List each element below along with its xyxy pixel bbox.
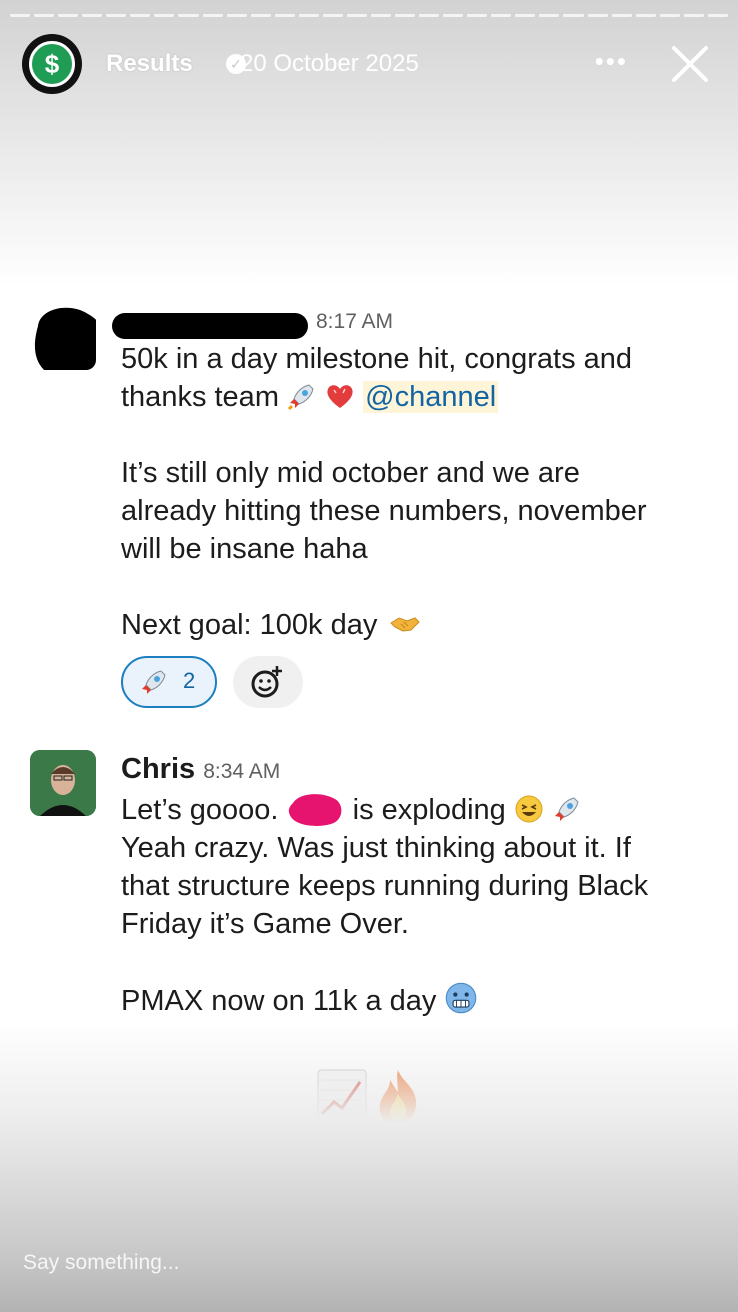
add-emoji-icon (251, 666, 282, 698)
message-line: 50k in a day milestone hit, congrats and (121, 343, 633, 375)
progress-segment (491, 14, 512, 17)
progress-segment (395, 14, 416, 17)
progress-segment (154, 14, 175, 17)
progress-segment (587, 14, 608, 17)
rocket-icon (287, 384, 314, 411)
message-line: Let’s goooo. (121, 794, 279, 826)
message-line: It’s still only mid october and we are (121, 457, 580, 489)
progress-segment (226, 14, 247, 17)
progress-segment (683, 14, 704, 17)
progress-segment (419, 14, 440, 17)
sender-name[interactable]: Chris (121, 753, 195, 785)
person-photo (30, 750, 96, 816)
avatar-redacted (30, 304, 96, 370)
message-1: 8:17 AM 50k in a day milestone hit, cong… (30, 300, 718, 720)
progress-segment (274, 14, 295, 17)
message-2: Chris 8:34 AM Let’s goooo. is exploding … (30, 750, 718, 1030)
grin-icon (515, 795, 543, 823)
heart-icon (327, 385, 353, 408)
message-line: will be insane haha (121, 533, 368, 565)
progress-segment (346, 14, 367, 17)
story-date: 20 October 2025 (240, 50, 419, 77)
reply-input[interactable]: Say something... (23, 1251, 179, 1275)
progress-segment (707, 14, 728, 17)
rocket-icon (554, 797, 579, 821)
cold-face-icon (446, 982, 477, 1014)
message-line: already hitting these numbers, november (121, 495, 647, 527)
progress-segment (250, 14, 271, 17)
progress-segment (202, 14, 223, 17)
redacted-word-blob (288, 794, 341, 826)
progress-segment (515, 14, 536, 17)
add-reaction-button[interactable] (233, 656, 303, 708)
story-header: $ Results ✓ 20 October 2025 ••• (22, 34, 720, 94)
progress-segment (82, 14, 103, 17)
message-time: 8:17 AM (316, 310, 394, 333)
progress-segment (467, 14, 488, 17)
message-line: Friday it’s Game Over. (121, 908, 409, 940)
progress-segment (178, 14, 199, 17)
progress-segment (298, 14, 319, 17)
message-time: 8:34 AM (203, 760, 281, 783)
rocket-icon (142, 670, 166, 694)
progress-segment (58, 14, 79, 17)
message-line: is exploding (352, 794, 506, 826)
story-progress-bar (10, 14, 728, 17)
avatar[interactable] (30, 750, 96, 816)
message-text: 50k in a day milestone hit, congrats and… (121, 340, 718, 644)
account-name[interactable]: Results (106, 50, 193, 78)
account-avatar[interactable]: $ (22, 34, 82, 94)
progress-segment (322, 14, 343, 17)
reaction-rocket[interactable]: 2 (121, 656, 217, 708)
progress-segment (659, 14, 680, 17)
message-line: Yeah crazy. Was just thinking about it. … (121, 832, 631, 864)
message-line: thanks team (121, 381, 279, 413)
progress-segment (563, 14, 584, 17)
redacted-avatar-blob (34, 307, 96, 370)
progress-segment (539, 14, 560, 17)
progress-segment (34, 14, 55, 17)
progress-segment (10, 14, 31, 17)
message-line: that structure keeps running during Blac… (121, 870, 649, 902)
progress-segment (443, 14, 464, 17)
message-text: Chris 8:34 AM Let’s goooo. is exploding … (121, 750, 718, 1020)
progress-segment (635, 14, 656, 17)
progress-segment (106, 14, 127, 17)
close-icon[interactable] (660, 34, 720, 94)
more-options-button[interactable]: ••• (595, 46, 628, 77)
progress-segment (130, 14, 151, 17)
reaction-count: 2 (183, 668, 196, 693)
handshake-icon (390, 617, 421, 632)
progress-segment (611, 14, 632, 17)
channel-mention[interactable]: @channel (363, 381, 499, 413)
message-line: Next goal: 100k day (121, 609, 378, 641)
dollar-icon: $ (29, 41, 75, 87)
progress-segment (370, 14, 391, 17)
message-line: PMAX now on 11k a day (121, 985, 437, 1017)
